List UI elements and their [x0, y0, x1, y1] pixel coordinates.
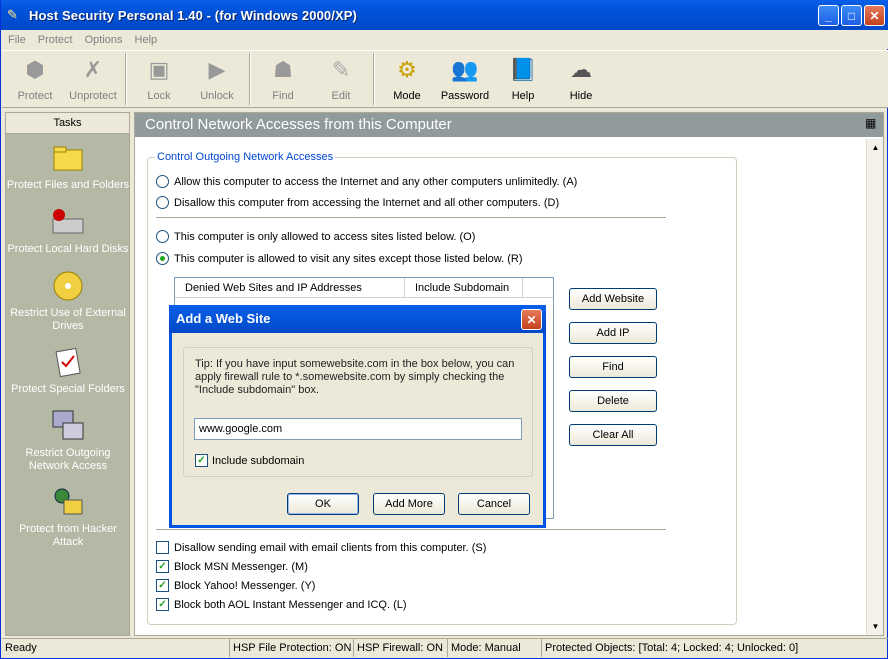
tasks-header: Tasks: [6, 113, 129, 134]
add-website-dialog: Add a Web Site ✕ Tip: If you have input …: [169, 305, 546, 528]
maximize-button[interactable]: □: [841, 5, 862, 26]
task-protect-special-folders[interactable]: Protect Special Folders: [6, 345, 130, 396]
menu-file[interactable]: File: [8, 34, 26, 46]
task-protect-disks[interactable]: Protect Local Hard Disks: [6, 205, 130, 256]
dialog-close-button[interactable]: ✕: [521, 309, 542, 330]
check-block-aol-icq[interactable]: ✓ Block both AOL Instant Messenger and IC…: [156, 598, 407, 611]
include-subdomain-checkbox[interactable]: ✓ Include subdomain: [195, 454, 304, 467]
minimize-button[interactable]: _: [818, 5, 839, 26]
status-firewall: HSP Firewall: ON: [354, 639, 448, 657]
app-icon: ✎: [7, 7, 18, 22]
network-small-icon: ▦: [865, 116, 877, 130]
check-block-yahoo[interactable]: ✓ Block Yahoo! Messenger. (Y): [156, 579, 315, 592]
window-title: Host Security Personal 1.40 - (for Windo…: [29, 7, 357, 23]
radio-disallow-all[interactable]: Disallow this computer from accessing th…: [156, 196, 559, 209]
cancel-button[interactable]: Cancel: [458, 493, 530, 515]
unprotect-icon: ✗: [83, 57, 103, 82]
add-more-button[interactable]: Add More: [373, 493, 445, 515]
protect-button[interactable]: ⬢ Protect: [6, 51, 64, 107]
status-ready: Ready: [2, 639, 230, 657]
hide-button[interactable]: ☁ Hide: [552, 51, 610, 107]
lock-button[interactable]: ▣ Lock: [130, 51, 188, 107]
dialog-group: Tip: If you have input somewebsite.com i…: [183, 347, 533, 477]
toolbar: ⬢ Protect ✗ Unprotect ▣ Lock ▶ Unlock ☗ Find …: [2, 50, 888, 108]
close-button[interactable]: ✕: [864, 5, 885, 26]
find-button[interactable]: ☗ Find: [254, 51, 312, 107]
status-bar: Ready HSP File Protection: ON HSP Firewa…: [2, 638, 888, 658]
hard-disk-icon: [50, 205, 86, 239]
find-button-side[interactable]: Find: [569, 356, 657, 378]
network-icon: [50, 409, 86, 443]
menu-bar: File Protect Options Help: [2, 30, 888, 49]
task-restrict-drives[interactable]: Restrict Use of External Drives: [6, 269, 130, 333]
password-icon: 👥: [451, 57, 479, 82]
status-protected-objects: Protected Objects: [Total: 4; Locked: 4;…: [545, 642, 799, 654]
page-title: Control Network Accesses from this Compu…: [135, 113, 883, 137]
radio-only-listed[interactable]: This computer is only allowed to access …: [156, 230, 475, 243]
vertical-scrollbar[interactable]: ▲ ▼: [866, 139, 883, 635]
password-button[interactable]: 👥 Password: [436, 51, 494, 107]
menu-options[interactable]: Options: [85, 34, 123, 46]
add-website-button[interactable]: Add Website: [569, 288, 657, 310]
unlock-icon: ▶: [208, 57, 226, 82]
unlock-button[interactable]: ▶ Unlock: [188, 51, 246, 107]
check-block-msn[interactable]: ✓ Block MSN Messenger. (M): [156, 560, 308, 573]
lock-icon: ▣: [148, 57, 170, 82]
task-hacker-attack[interactable]: Protect from Hacker Attack: [6, 485, 130, 549]
menu-help[interactable]: Help: [135, 34, 158, 46]
folder-icon: [50, 141, 86, 175]
cd-drive-icon: [50, 269, 86, 303]
tasks-panel: Tasks Protect Files and Folders Protect …: [5, 112, 130, 636]
scroll-up-icon[interactable]: ▲: [867, 139, 884, 156]
help-book-icon: 📘: [509, 57, 537, 82]
special-folder-icon: [50, 345, 86, 379]
mode-button[interactable]: ⚙ Mode: [378, 51, 436, 107]
edit-icon: ✎: [331, 57, 351, 82]
protect-icon: ⬢: [25, 57, 45, 82]
unprotect-button[interactable]: ✗ Unprotect: [64, 51, 122, 107]
check-disallow-email[interactable]: Disallow sending email with email client…: [156, 541, 486, 554]
dialog-tip: Tip: If you have input somewebsite.com i…: [195, 358, 515, 396]
status-file-protection: HSP File Protection: ON: [230, 639, 354, 657]
status-mode: Mode: Manual: [448, 639, 542, 657]
column-include-subdomain[interactable]: Include Subdomain: [405, 278, 523, 297]
title-bar[interactable]: ✎ Host Security Personal 1.40 - (for Win…: [1, 0, 888, 30]
edit-button[interactable]: ✎ Edit: [312, 51, 370, 107]
radio-allow-all[interactable]: Allow this computer to access the Intern…: [156, 175, 577, 188]
menu-protect[interactable]: Protect: [38, 34, 73, 46]
help-button[interactable]: 📘 Help: [494, 51, 552, 107]
ok-button[interactable]: OK: [287, 493, 359, 515]
dialog-title[interactable]: Add a Web Site ✕: [169, 305, 546, 333]
clear-all-button[interactable]: Clear All: [569, 424, 657, 446]
hacker-shield-icon: [50, 485, 86, 519]
mode-icon: ⚙: [397, 57, 417, 82]
main-window: ✎ Host Security Personal 1.40 - (for Win…: [0, 0, 888, 659]
add-ip-button[interactable]: Add IP: [569, 322, 657, 344]
group-label: Control Outgoing Network Accesses: [155, 151, 336, 163]
hide-cloud-icon: ☁: [570, 57, 592, 82]
task-protect-files[interactable]: Protect Files and Folders: [6, 141, 130, 192]
find-icon: ☗: [273, 57, 293, 82]
radio-except-listed[interactable]: This computer is allowed to visit any si…: [156, 252, 522, 265]
column-denied-sites[interactable]: Denied Web Sites and IP Addresses: [175, 278, 405, 297]
scroll-down-icon[interactable]: ▼: [867, 618, 884, 635]
task-restrict-network[interactable]: Restrict Outgoing Network Access: [6, 409, 130, 473]
delete-button[interactable]: Delete: [569, 390, 657, 412]
website-input[interactable]: www.google.com: [194, 418, 522, 440]
